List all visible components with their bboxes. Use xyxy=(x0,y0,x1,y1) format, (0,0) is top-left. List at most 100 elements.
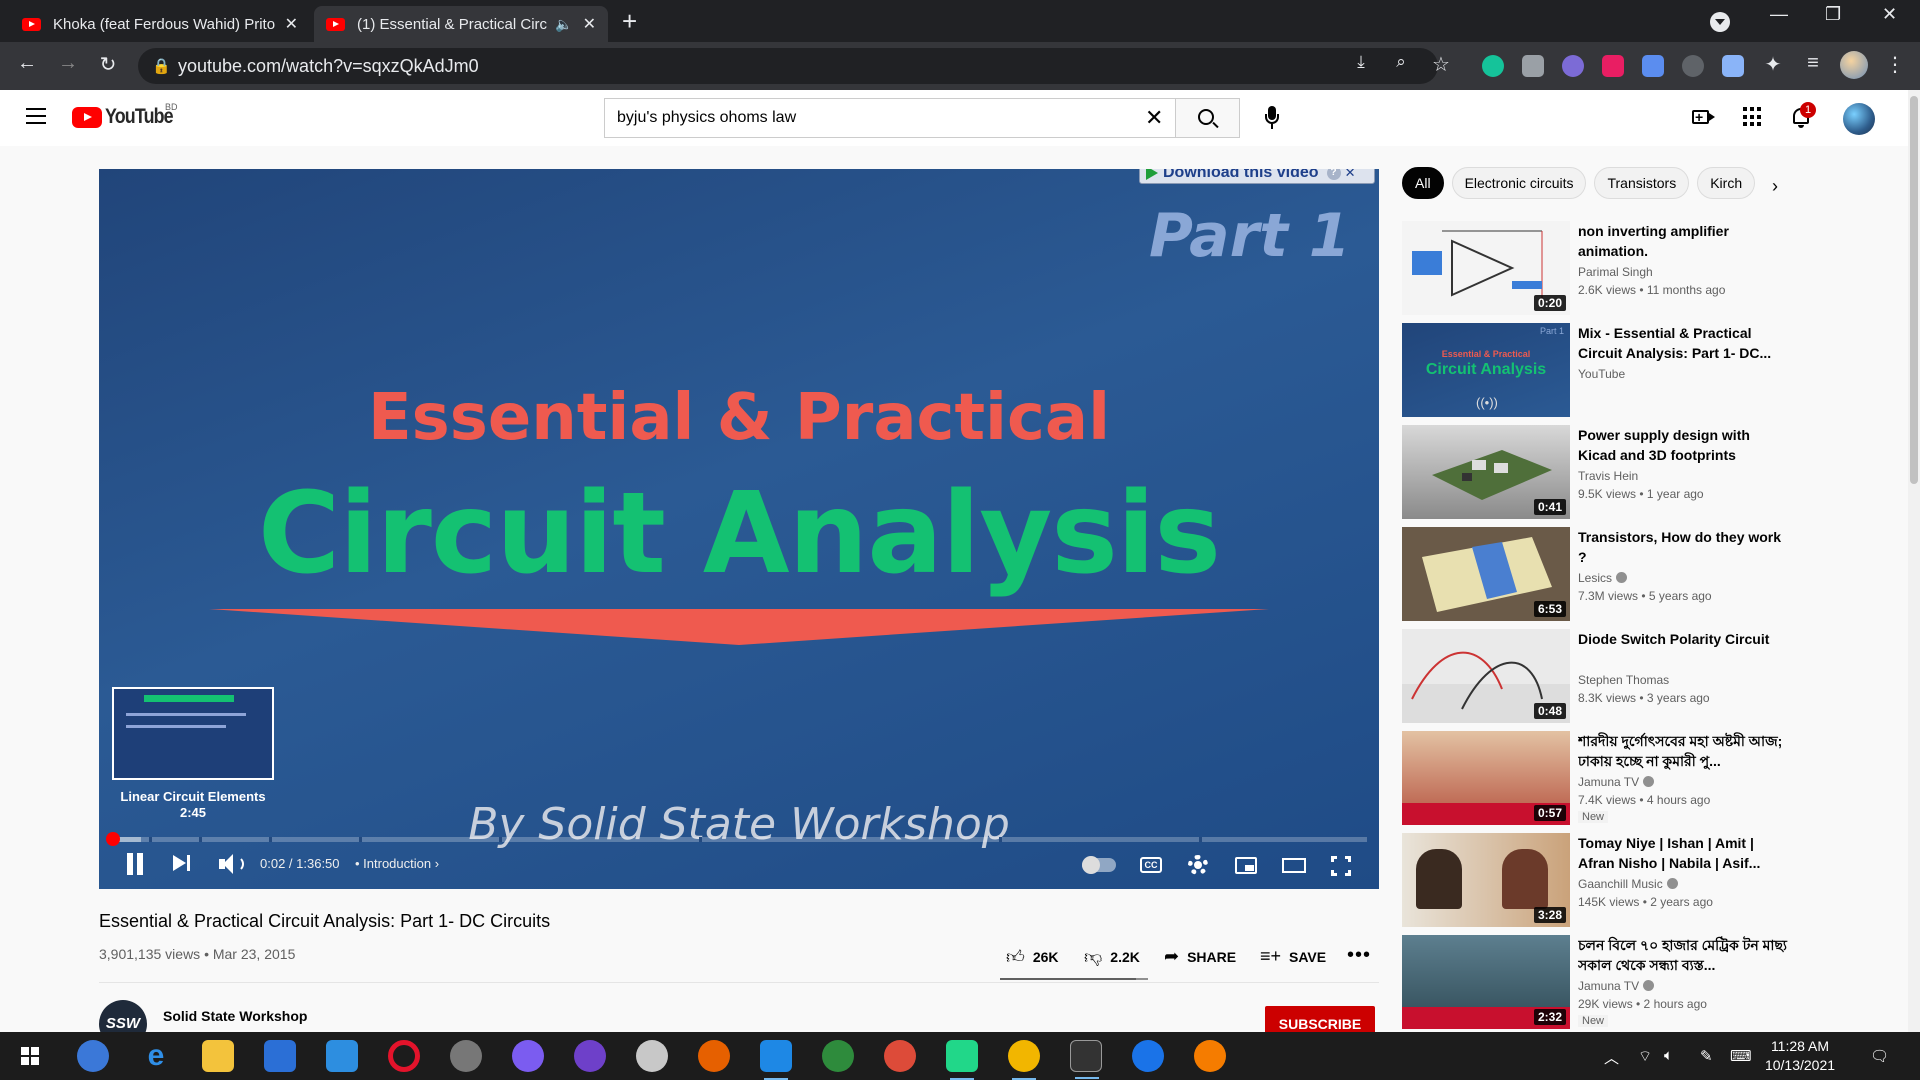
terminal-icon[interactable] xyxy=(1070,1040,1102,1079)
install-app-icon[interactable]: ⤓ xyxy=(1348,52,1374,72)
pycharm-icon[interactable] xyxy=(946,1040,978,1080)
app-icon[interactable] xyxy=(1194,1040,1226,1072)
youtube-apps-icon[interactable] xyxy=(1740,104,1766,130)
forward-arrow-icon[interactable]: → xyxy=(55,52,81,75)
recommendation-channel[interactable]: Travis Hein xyxy=(1578,469,1638,483)
keyboard-icon[interactable]: ⌨ xyxy=(1730,1047,1752,1065)
video-thumbnail[interactable]: 3:28 xyxy=(1402,833,1570,927)
recommendation-item[interactable]: 0:41 Power supply design with Kicad and … xyxy=(1402,425,1802,519)
github-desktop-icon[interactable] xyxy=(574,1040,606,1072)
browser-tab-khoka[interactable]: Khoka (feat Ferdous Wahid) Prito ✕ xyxy=(10,6,310,42)
theater-mode-icon[interactable] xyxy=(1282,858,1306,873)
show-hidden-icons-chevron-icon[interactable]: ︿ xyxy=(1604,1047,1619,1068)
recommendation-channel[interactable]: Gaanchill Music xyxy=(1578,877,1678,891)
chips-next-chevron-icon[interactable]: › xyxy=(1772,176,1778,197)
extension-icon[interactable] xyxy=(1682,55,1704,77)
zoom-icon[interactable]: ⌕ xyxy=(1388,52,1414,72)
mix-thumbnail[interactable]: Part 1 Essential & Practical Circuit Ana… xyxy=(1402,323,1570,417)
channel-name[interactable]: Solid State Workshop xyxy=(163,1008,307,1024)
tab-audio-icon[interactable]: 🔈 xyxy=(555,16,572,33)
recommendation-channel[interactable]: Lesics xyxy=(1578,571,1628,585)
share-button[interactable]: ➦ SHARE xyxy=(1164,946,1236,967)
progress-scrubber-handle[interactable] xyxy=(106,832,120,846)
video-player[interactable]: Download this video ? ✕ Part 1 Essential… xyxy=(99,169,1379,889)
recommendation-title[interactable]: non inverting amplifier animation. xyxy=(1578,221,1788,261)
opera-browser-icon[interactable] xyxy=(388,1040,420,1072)
media-queue-icon[interactable]: ≡ xyxy=(1800,52,1826,75)
video-thumbnail[interactable]: 6:53 xyxy=(1402,527,1570,621)
recommendation-title[interactable]: শারদীয় দুর্গোৎসবের মহা অষ্টমী আজ; ঢাকায… xyxy=(1578,731,1788,771)
settings-gear-icon[interactable] xyxy=(1188,855,1208,875)
recommendation-channel[interactable]: Parimal Singh xyxy=(1578,265,1653,279)
clear-search-icon[interactable]: ✕ xyxy=(1145,105,1163,131)
video-thumbnail[interactable]: 0:20 xyxy=(1402,221,1570,315)
dislike-button[interactable]: 👎︎ 2.2K xyxy=(1084,946,1140,968)
search-button[interactable] xyxy=(1176,98,1240,138)
close-download-bar-icon[interactable]: ✕ xyxy=(1345,169,1356,181)
new-tab-button[interactable]: + xyxy=(622,8,637,34)
autoplay-toggle[interactable] xyxy=(1082,856,1116,874)
address-bar[interactable]: 🔒 youtube.com/watch?v=sqxzQkAdJm0 xyxy=(138,48,1438,84)
edge-browser-icon[interactable]: e xyxy=(140,1040,172,1072)
camera-extension-icon[interactable] xyxy=(1522,55,1544,77)
messenger-icon[interactable] xyxy=(512,1040,544,1072)
recommendation-channel[interactable]: YouTube xyxy=(1578,367,1625,381)
grammarly-extension-icon[interactable] xyxy=(1482,55,1504,77)
file-explorer-icon[interactable] xyxy=(202,1040,234,1072)
microsoft-store-icon[interactable] xyxy=(264,1040,296,1072)
extension-icon[interactable] xyxy=(1562,55,1584,77)
recommendation-title[interactable]: Transistors, How do they work ? xyxy=(1578,527,1788,567)
windows-start-icon[interactable] xyxy=(14,1040,46,1072)
captions-icon[interactable]: CC xyxy=(1140,857,1162,873)
search-input[interactable] xyxy=(617,107,1117,129)
firefox-icon[interactable] xyxy=(698,1040,730,1072)
chip-transistors[interactable]: Transistors xyxy=(1594,167,1690,199)
close-window-icon[interactable]: ✕ xyxy=(1882,4,1897,25)
recommendation-item[interactable]: 0:48 Diode Switch Polarity Circuit Steph… xyxy=(1402,629,1802,723)
next-video-icon[interactable] xyxy=(173,853,193,873)
recommendation-title[interactable]: Tomay Niye | Ishan | Amit | Afran Nisho … xyxy=(1578,833,1788,873)
system-clock[interactable]: 11:28 AM 10/13/2021 xyxy=(1752,1037,1848,1075)
more-actions-icon[interactable]: ••• xyxy=(1347,944,1371,967)
download-video-bar[interactable]: Download this video ? ✕ xyxy=(1139,169,1375,184)
recommendation-title[interactable]: Power supply design with Kicad and 3D fo… xyxy=(1578,425,1788,465)
pen-extension-icon[interactable] xyxy=(1722,55,1744,77)
wifi-icon[interactable]: ⌔ xyxy=(1638,1047,1652,1066)
chrome-icon[interactable] xyxy=(884,1040,916,1072)
recommendation-title[interactable]: চলন বিলে ৭০ হাজার মেট্রিক টন মাছ্য সকাল … xyxy=(1578,935,1788,975)
download-video-label[interactable]: Download this video xyxy=(1163,169,1319,182)
current-chapter-button[interactable]: • Introduction › xyxy=(355,856,439,871)
create-video-icon[interactable]: + xyxy=(1690,104,1716,130)
progress-bar[interactable] xyxy=(111,837,1367,842)
vscode-icon[interactable] xyxy=(760,1040,792,1080)
save-button[interactable]: ≡+ SAVE xyxy=(1260,946,1326,967)
close-tab-icon[interactable]: ✕ xyxy=(583,14,596,34)
miniplayer-icon[interactable] xyxy=(1235,857,1257,874)
voice-search-mic-icon[interactable] xyxy=(1257,103,1287,133)
recommendation-item[interactable]: 0:20 non inverting amplifier animation. … xyxy=(1402,221,1802,315)
recommendation-item[interactable]: 0:57 শারদীয় দুর্গোৎসবের মহা অষ্টমী আজ; … xyxy=(1402,731,1802,825)
video-thumbnail[interactable]: 2:32 xyxy=(1402,935,1570,1029)
back-arrow-icon[interactable]: ← xyxy=(14,52,40,75)
chip-kirchhoff[interactable]: Kirch xyxy=(1697,167,1756,199)
qbittorrent-icon[interactable] xyxy=(77,1040,109,1072)
video-thumbnail[interactable]: 0:57 xyxy=(1402,731,1570,825)
recommendation-channel[interactable]: Stephen Thomas xyxy=(1578,673,1669,687)
app-icon[interactable] xyxy=(450,1040,482,1072)
page-scrollbar[interactable] xyxy=(1908,90,1920,1032)
notification-center-icon[interactable]: 🗨︎ xyxy=(1870,1047,1889,1065)
minimize-window-icon[interactable]: — xyxy=(1770,4,1788,25)
browser-profile-avatar[interactable] xyxy=(1840,51,1868,79)
recommendation-item[interactable]: 2:32 চলন বিলে ৭০ হাজার মেট্রিক টন মাছ্য … xyxy=(1402,935,1802,1029)
close-tab-icon[interactable]: ✕ xyxy=(285,14,298,34)
chrome-active-icon[interactable] xyxy=(1008,1040,1040,1080)
reload-icon[interactable]: ↻ xyxy=(95,52,121,77)
recommendation-title[interactable]: Diode Switch Polarity Circuit xyxy=(1578,629,1788,649)
chip-all[interactable]: All xyxy=(1402,167,1444,199)
recommendation-channel[interactable]: Jamuna TV xyxy=(1578,979,1655,993)
youtube-logo[interactable]: YouTube BD xyxy=(72,102,185,129)
browser-tab-circuit-analysis[interactable]: (1) Essential & Practical Circu 🔈 ✕ xyxy=(314,6,608,42)
mail-icon[interactable] xyxy=(326,1040,358,1072)
account-avatar[interactable] xyxy=(1843,103,1875,135)
pen-tray-icon[interactable]: ✎ xyxy=(1700,1047,1713,1065)
